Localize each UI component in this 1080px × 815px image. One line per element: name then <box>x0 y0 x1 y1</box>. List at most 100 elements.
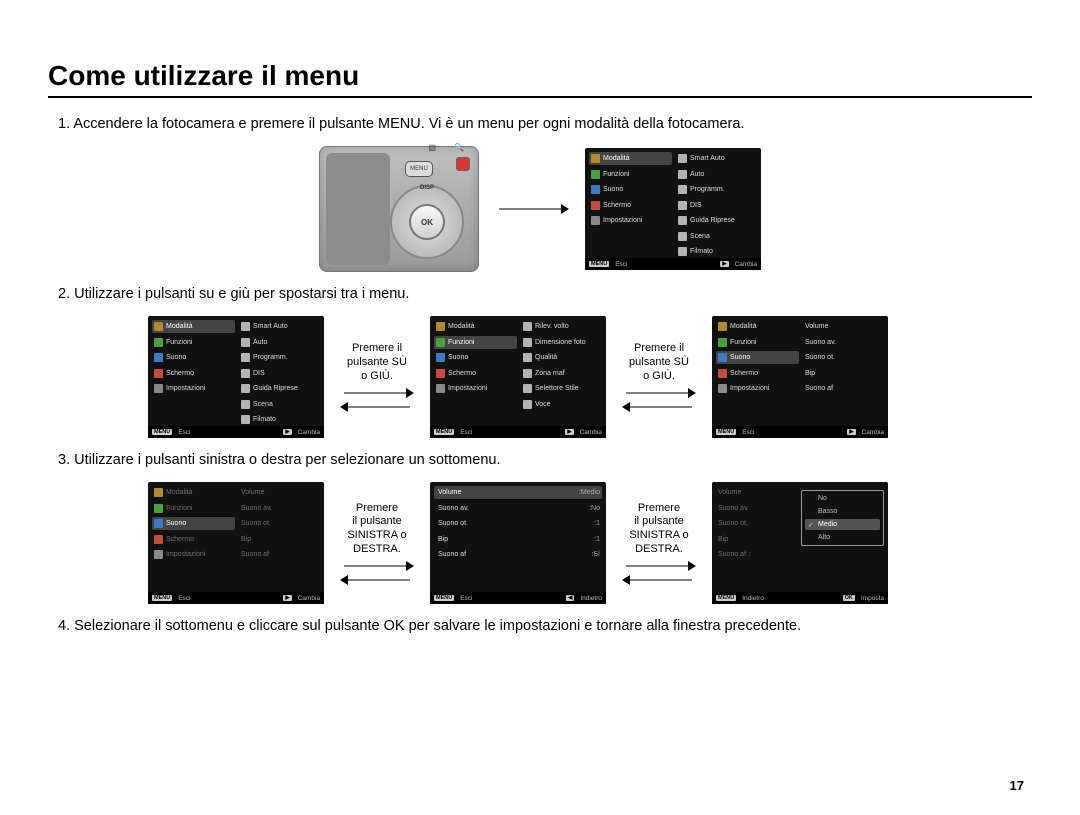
menu-subitem: Selettore Stile <box>519 382 602 395</box>
sound-option: Bip:1 <box>434 533 602 546</box>
record-button <box>456 157 470 171</box>
menu-item: Funzioni <box>716 336 799 349</box>
menu-item: Schermo <box>589 199 672 212</box>
sound-option: Suono af:Sì <box>434 548 602 561</box>
menu-subitem: Guida Riprese <box>674 214 757 227</box>
menu-item: Schermo <box>152 533 235 546</box>
page-title: Come utilizzare il menu <box>48 60 1032 98</box>
arrow-updown-1: Premere il pulsante SÙ o GIÙ. <box>340 342 414 411</box>
menu-subitem: Suono ot. <box>801 351 884 364</box>
lcd-screen-4: ModalitàFunzioniSuonoSchermoImpostazioni… <box>712 316 888 438</box>
ok-button: OK <box>409 204 445 240</box>
page-number: 17 <box>1010 778 1024 793</box>
menu-item: Impostazioni <box>152 382 235 395</box>
volume-option: Alto <box>805 532 880 543</box>
menu-item: Impostazioni <box>434 382 517 395</box>
menu-subitem: Programm. <box>674 183 757 196</box>
menu-item: Funzioni <box>434 336 517 349</box>
menu-subitem: Auto <box>237 336 320 349</box>
menu-item: Schermo <box>152 367 235 380</box>
menu-subitem: Suono av. <box>237 502 320 515</box>
menu-item: Funzioni <box>589 168 672 181</box>
menu-subitem: Bip <box>237 533 320 546</box>
menu-subitem: Filmato <box>674 245 757 258</box>
menu-subitem: Smart Auto <box>674 152 757 165</box>
menu-subitem: DIS <box>674 199 757 212</box>
lcd-screen-7: VolumeSuono av.Suono ot.BipSuono af:NoBa… <box>712 482 888 604</box>
menu-item: Modalità <box>589 152 672 165</box>
disp-label: DISP <box>420 185 434 191</box>
menu-item: Modalità <box>716 320 799 333</box>
sound-option: Suono av.:No <box>434 502 602 515</box>
zoom-icon: 🔍 <box>454 143 464 151</box>
lcd-footer: MENUEsci ◀Indietro <box>430 592 606 604</box>
sound-option: Volume <box>716 486 799 499</box>
menu-item: Modalità <box>434 320 517 333</box>
menu-subitem: Auto <box>674 168 757 181</box>
lcd-screen-3: Modalità Funzioni Suono Schermo Impostazioni… <box>430 316 606 438</box>
menu-subitem: Guida Riprese <box>237 382 320 395</box>
lcd-screen-1: Modalità Funzioni Suono Schermo Impostazioni… <box>585 148 761 270</box>
step-1: 1. Accendere la fotocamera e premere il … <box>58 116 1032 132</box>
menu-subitem: Suono af <box>237 548 320 561</box>
sound-option: Suono av. <box>716 502 799 515</box>
menu-subitem: Dimensione foto <box>519 336 602 349</box>
row-left-right: Modalità Funzioni Suono Schermo Impostazioni… <box>48 482 1032 604</box>
menu-subitem: Volume <box>237 486 320 499</box>
sound-option: Suono ot.:1 <box>434 517 602 530</box>
menu-item: Modalità <box>152 320 235 333</box>
menu-item: Suono <box>152 517 235 530</box>
menu-item: Suono <box>589 183 672 196</box>
menu-item: Schermo <box>434 367 517 380</box>
menu-subitem: Suono ot. <box>237 517 320 530</box>
dpad: DISP OK <box>390 185 464 259</box>
volume-option: Medio <box>805 519 880 530</box>
menu-item: Impostazioni <box>589 214 672 227</box>
menu-item: Suono <box>716 351 799 364</box>
step-3: 3. Utilizzare i pulsanti sinistra o dest… <box>58 452 1032 468</box>
menu-item: Suono <box>152 351 235 364</box>
sound-option: Bip <box>716 533 799 546</box>
lcd-screen-5: Modalità Funzioni Suono Schermo Impostazioni… <box>148 482 324 604</box>
menu-item: Funzioni <box>152 336 235 349</box>
menu-subitem: Programm. <box>237 351 320 364</box>
lcd-footer: MENUIndietro OKImposta <box>712 592 888 604</box>
menu-subitem: Volume <box>801 320 884 333</box>
step-4: 4. Selezionare il sottomenu e cliccare s… <box>58 618 1032 634</box>
arrow-lr-2: Premere il pulsante SINISTRA o DESTRA. <box>622 502 696 585</box>
volume-options: NoBassoMedioAlto <box>801 490 884 546</box>
menu-subitem: Bip <box>801 367 884 380</box>
menu-subitem: Suono av. <box>801 336 884 349</box>
sound-option: Suono af: <box>716 548 799 561</box>
menu-button: MENU <box>405 161 433 177</box>
menu-item: Impostazioni <box>716 382 799 395</box>
menu-subitem: Rilev. volto <box>519 320 602 333</box>
volume-option: No <box>805 493 880 504</box>
arrow-lr-1: Premere il pulsante SINISTRA o DESTRA. <box>340 502 414 585</box>
lcd-footer: MENUEsci ▶Cambia <box>430 426 606 438</box>
menu-item: Modalità <box>152 486 235 499</box>
camera-back-illustration: ▧ 🔍 MENU DISP OK <box>319 146 479 272</box>
sound-option: Suono ot. <box>716 517 799 530</box>
lcd-footer: MENUEsci ▶Cambia <box>585 258 761 270</box>
arrow-updown-2: Premere il pulsante SÙ o GIÙ. <box>622 342 696 411</box>
row-up-down: Modalità Funzioni Suono Schermo Impostazioni… <box>48 316 1032 438</box>
lcd-screen-6: Volume:Medio Suono av.:No Suono ot.:1 Bip:1… <box>430 482 606 604</box>
lcd-screen-2: Modalità Funzioni Suono Schermo Impostazioni… <box>148 316 324 438</box>
menu-subitem: Filmato <box>237 413 320 426</box>
row-device-to-menu: ▧ 🔍 MENU DISP OK Modalità Funzioni Suono Sch… <box>48 146 1032 272</box>
menu-subitem: Qualità <box>519 351 602 364</box>
lcd-footer: MENUEsci ▶Cambia <box>712 426 888 438</box>
menu-item: Impostazioni <box>152 548 235 561</box>
arrow <box>495 204 569 214</box>
lcd-footer: MENUEsci ▶Cambia <box>148 426 324 438</box>
menu-subitem: Suono af <box>801 382 884 395</box>
grid-icon: ▧ <box>428 143 436 151</box>
menu-item: Funzioni <box>152 502 235 515</box>
lcd-footer: MENUEsci ▶Cambia <box>148 592 324 604</box>
menu-subitem: DIS <box>237 367 320 380</box>
menu-subitem: Scena <box>237 398 320 411</box>
menu-item: Suono <box>434 351 517 364</box>
sound-option: Volume:Medio <box>434 486 602 499</box>
menu-subitem: Zona maf <box>519 367 602 380</box>
